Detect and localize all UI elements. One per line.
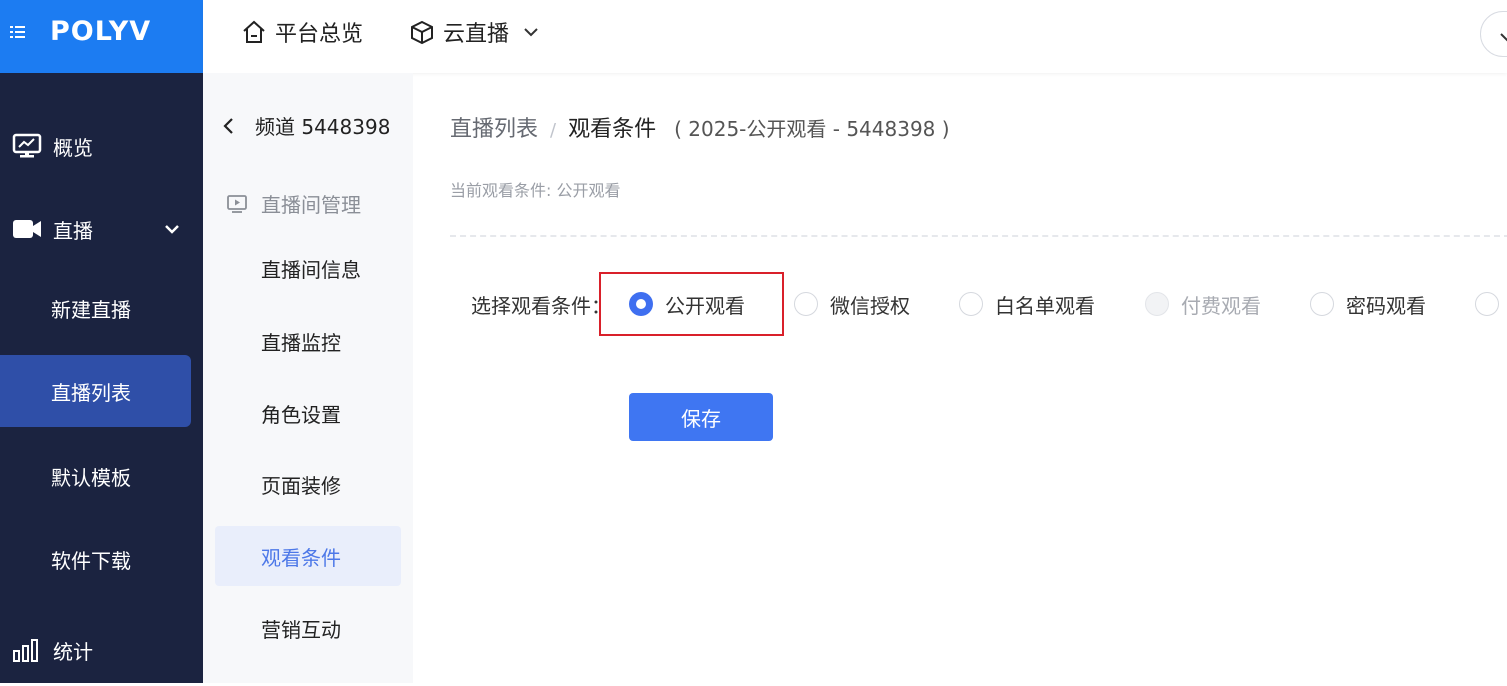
nav-label: 新建直播 [51,297,131,322]
nav-item-live-list[interactable]: 直播列表 [0,355,191,427]
nav-label: 直播列表 [51,380,131,405]
radio-dot [1145,292,1169,316]
nav-label: 概览 [53,135,93,160]
radio-label: 白名单观看 [995,293,1095,318]
nav-item-software-download[interactable]: 软件下载 [0,523,191,595]
logo[interactable]: POLYV [50,16,151,47]
condition-label: 选择观看条件： [471,293,611,318]
bar-chart-icon [13,639,38,662]
monitor-icon [12,133,42,158]
nav-item-stats[interactable]: 统计 [0,614,191,686]
current-condition-text: 当前观看条件: 公开观看 [450,181,621,200]
chevron-left-icon [223,117,233,134]
nav-label: 软件下载 [51,548,131,573]
nav-label: 默认模板 [51,465,131,490]
channel-title: 频道 5448398 [255,115,391,139]
sub-item-label: 直播监控 [261,330,341,355]
sub-item-live-monitor[interactable]: 直播监控 [215,311,401,371]
radio-password-watch[interactable]: 密码观看 [1310,289,1426,319]
main-sidebar: POLYV 概览 直播 新建直播 直播列表 默认模板 软件下载 统计 [0,0,203,683]
top-nav-label: 云直播 [443,22,510,47]
radio-dot[interactable] [794,292,818,316]
nav-item-live[interactable]: 直播 [0,193,191,265]
breadcrumb: 直播列表 / 观看条件 ( 2025-公开观看 - 5448398 ) [450,111,950,143]
sub-group-room-management: 直播间管理 [225,189,361,218]
top-bar: 平台总览 云直播 [203,0,1507,73]
nav-label: 直播 [53,218,93,243]
home-icon [243,20,265,43]
radio-more[interactable] [1475,289,1507,319]
back-to-channel[interactable]: 频道 5448398 [221,111,390,140]
sub-item-label: 直播间信息 [261,257,361,282]
channel-sidebar: 频道 5448398 直播间管理 直播间信息 直播监控 角色设置 页面装修 观看… [203,73,413,683]
breadcrumb-separator: / [550,120,557,141]
save-button[interactable]: 保存 [629,393,773,441]
chevron-down-icon [1500,33,1507,42]
cube-icon [411,20,433,45]
main-content: 直播列表 / 观看条件 ( 2025-公开观看 - 5448398 ) 当前观看… [413,73,1507,683]
top-nav-product[interactable]: 云直播 [409,16,549,48]
radio-wechat-auth[interactable]: 微信授权 [794,289,910,319]
dashed-divider [450,235,1507,237]
play-screen-icon [227,194,247,213]
sub-item-label: 观看条件 [261,545,341,570]
chevron-down-icon [165,225,179,234]
sub-group-label: 直播间管理 [261,193,361,217]
sub-item-watch-conditions[interactable]: 观看条件 [215,526,401,586]
sub-item-label: 页面装修 [261,473,341,498]
breadcrumb-current: 观看条件 [568,117,657,142]
nav-item-new-live[interactable]: 新建直播 [0,272,191,344]
radio-label: 密码观看 [1346,293,1426,318]
highlight-annotation [599,272,784,336]
top-nav-label: 平台总览 [275,22,364,47]
nav-item-default-template[interactable]: 默认模板 [0,440,191,512]
radio-paid-watch: 付费观看 [1145,289,1261,319]
top-nav-overview[interactable]: 平台总览 [241,16,363,48]
sub-item-marketing[interactable]: 营销互动 [215,598,401,658]
radio-whitelist[interactable]: 白名单观看 [959,289,1095,319]
nav-label: 统计 [53,639,93,664]
breadcrumb-parent[interactable]: 直播列表 [450,111,538,143]
sub-item-role-settings[interactable]: 角色设置 [215,383,401,443]
logo-bar: POLYV [0,0,203,73]
chevron-down-icon [524,28,538,37]
channel-info: ( 2025-公开观看 - 5448398 ) [674,117,950,141]
nav-item-overview[interactable]: 概览 [0,110,191,182]
sub-item-room-info[interactable]: 直播间信息 [215,238,401,298]
radio-label: 微信授权 [830,293,910,318]
radio-label: 付费观看 [1181,293,1261,318]
sub-item-page-decoration[interactable]: 页面装修 [215,454,401,514]
radio-dot[interactable] [1475,292,1499,316]
video-camera-icon [13,220,41,238]
radio-dot[interactable] [959,292,983,316]
sub-item-label: 角色设置 [261,402,341,427]
sub-item-label: 营销互动 [261,617,341,642]
menu-toggle-icon[interactable] [8,22,28,42]
radio-dot[interactable] [1310,292,1334,316]
